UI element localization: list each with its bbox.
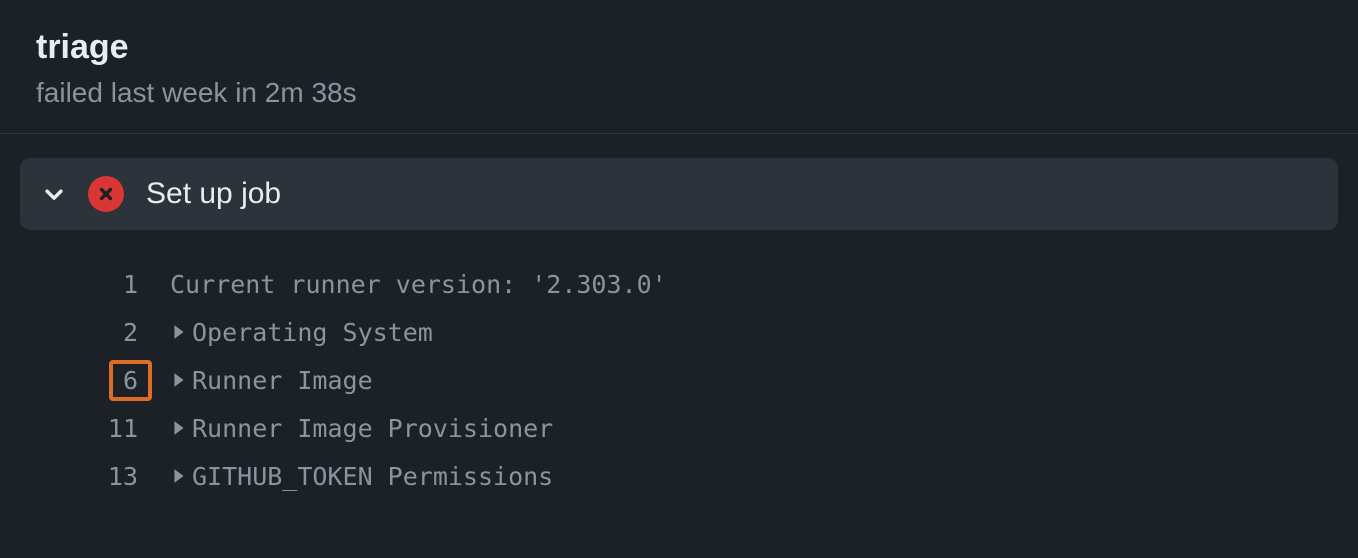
failure-icon <box>88 176 124 212</box>
log-output: 1Current runner version: '2.303.0'2Opera… <box>20 230 1338 500</box>
log-text: GITHUB_TOKEN Permissions <box>192 462 553 491</box>
step-title: Set up job <box>146 177 281 211</box>
log-line[interactable]: 6 Runner Image <box>20 356 1338 404</box>
log-text: Operating System <box>192 318 433 347</box>
job-title: triage <box>36 28 1322 67</box>
step-header[interactable]: Set up job <box>20 158 1338 230</box>
line-number[interactable]: 1 <box>20 270 170 299</box>
line-content: Runner Image <box>170 366 373 395</box>
caret-right-icon[interactable] <box>170 467 188 485</box>
log-line: 1Current runner version: '2.303.0' <box>20 260 1338 308</box>
line-content: Operating System <box>170 318 433 347</box>
log-line[interactable]: 11 Runner Image Provisioner <box>20 404 1338 452</box>
line-content: Runner Image Provisioner <box>170 414 553 443</box>
line-number[interactable]: 6 <box>20 360 170 401</box>
chevron-down-icon <box>42 182 66 206</box>
line-number[interactable]: 13 <box>20 462 170 491</box>
line-content: Current runner version: '2.303.0' <box>170 270 667 299</box>
log-text: Current runner version: '2.303.0' <box>170 270 667 299</box>
line-number[interactable]: 2 <box>20 318 170 347</box>
line-content: GITHUB_TOKEN Permissions <box>170 462 553 491</box>
caret-right-icon[interactable] <box>170 371 188 389</box>
caret-right-icon[interactable] <box>170 323 188 341</box>
caret-right-icon[interactable] <box>170 419 188 437</box>
line-number[interactable]: 11 <box>20 414 170 443</box>
log-line[interactable]: 2 Operating System <box>20 308 1338 356</box>
job-header: triage failed last week in 2m 38s <box>0 0 1358 133</box>
log-text: Runner Image <box>192 366 373 395</box>
job-status: failed last week in 2m 38s <box>36 77 1322 109</box>
step-section: Set up job 1Current runner version: '2.3… <box>0 134 1358 500</box>
log-text: Runner Image Provisioner <box>192 414 553 443</box>
log-line[interactable]: 13 GITHUB_TOKEN Permissions <box>20 452 1338 500</box>
